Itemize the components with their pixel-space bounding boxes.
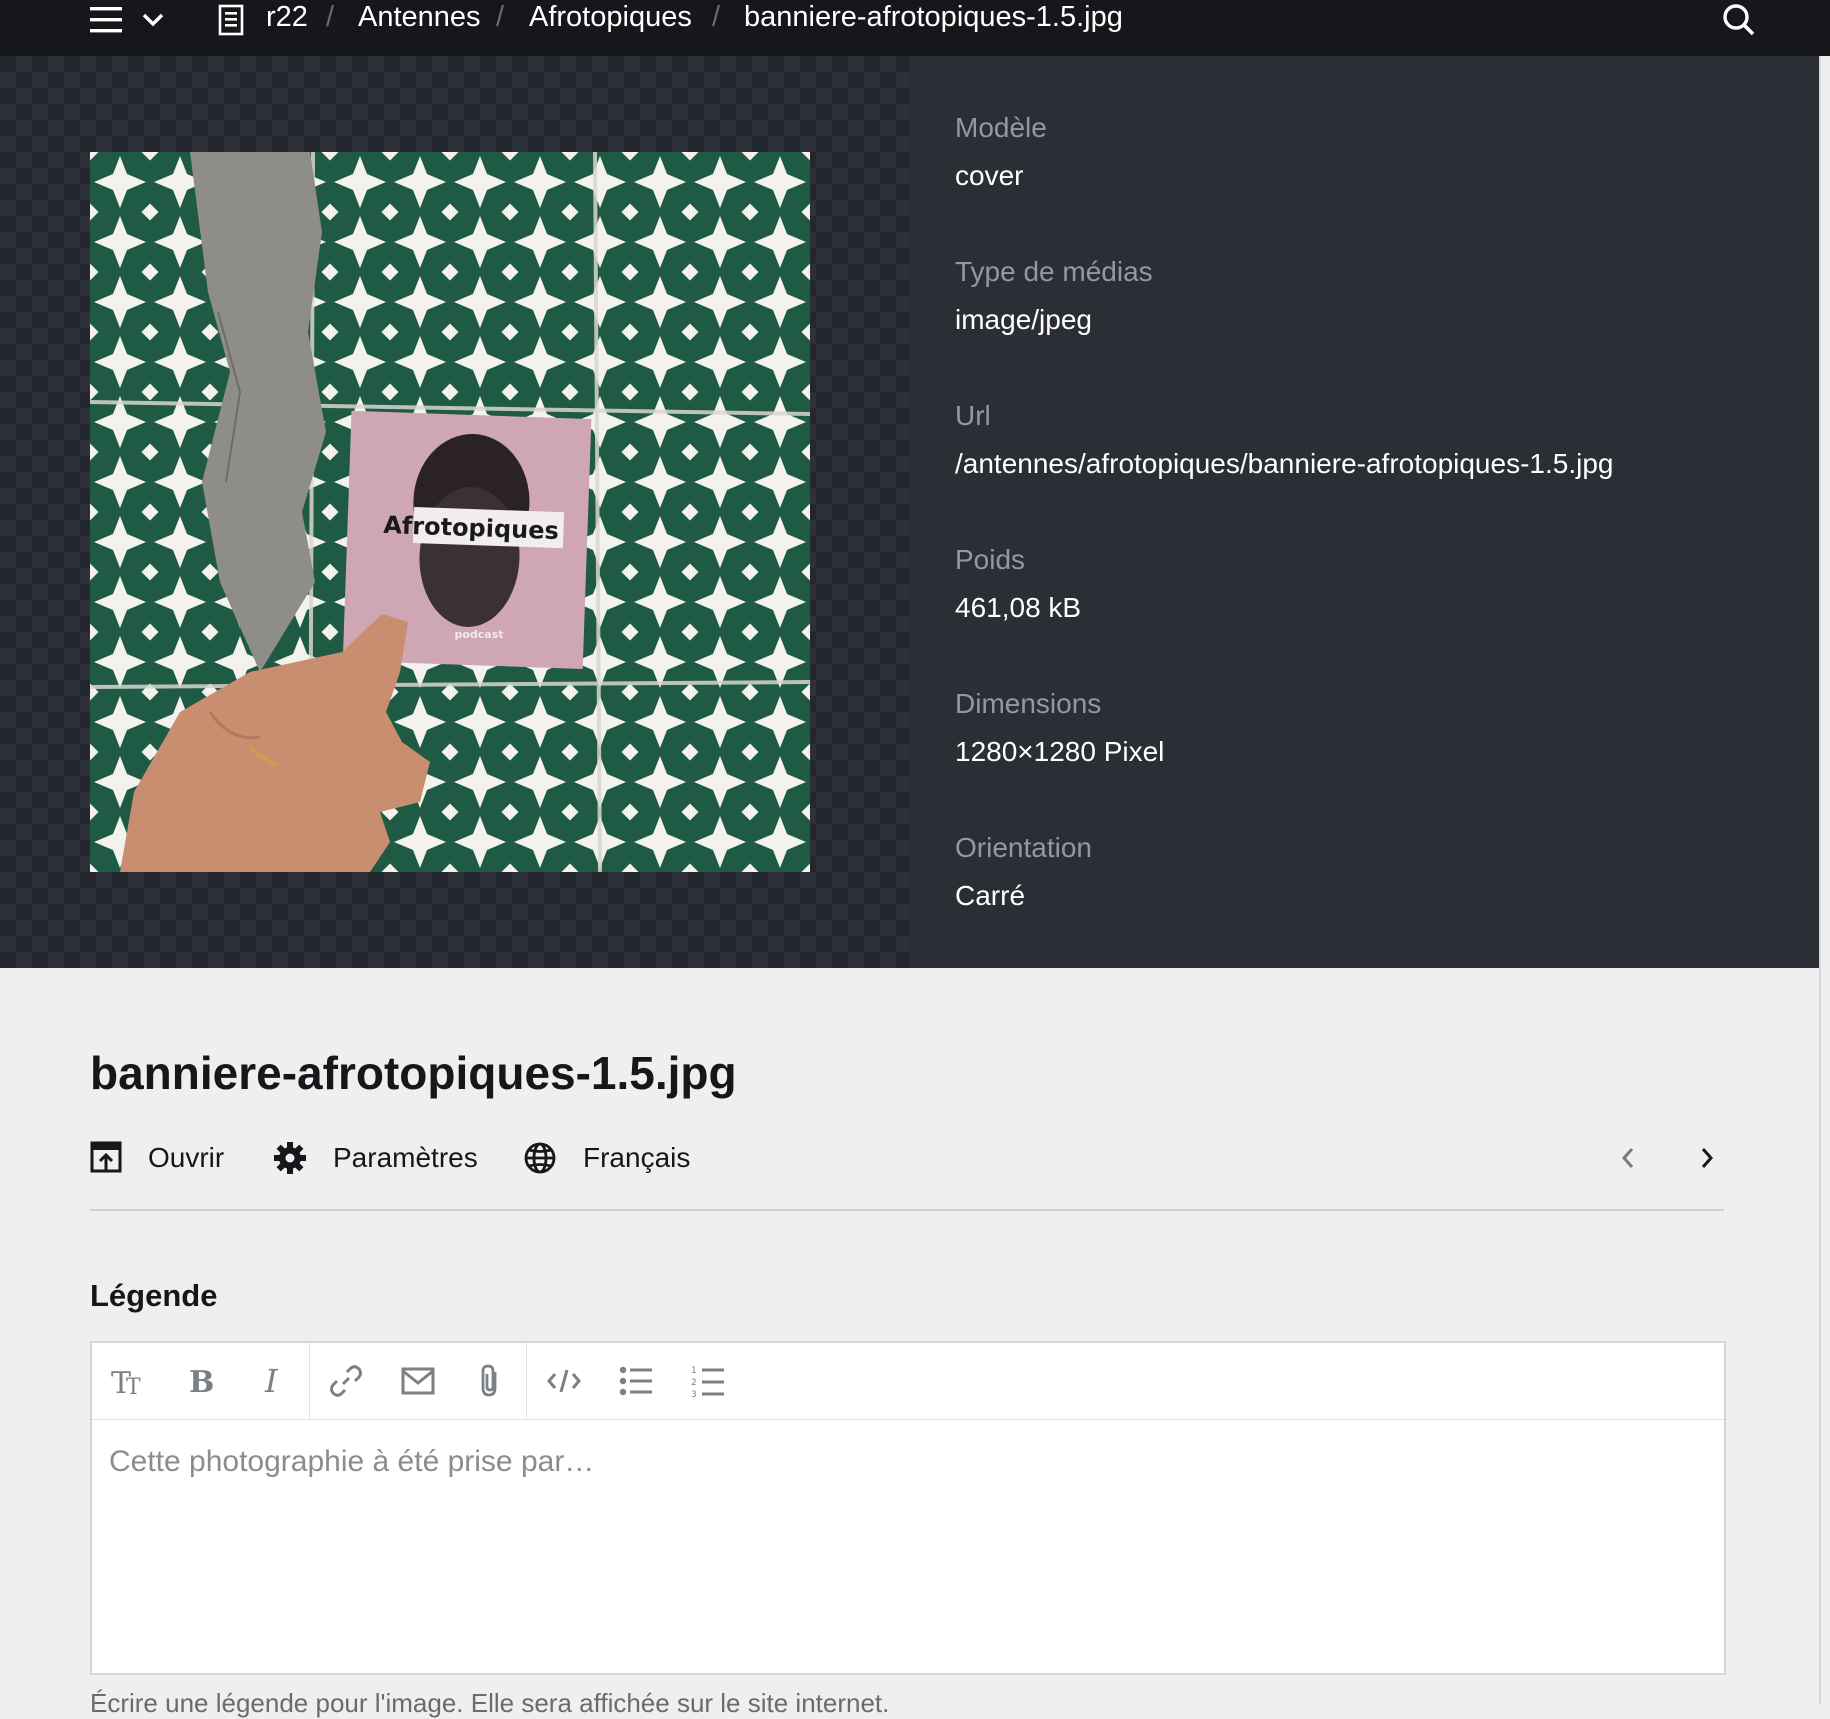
info-value-size: 461,08 kB [955, 592, 1082, 623]
info-value-url[interactable]: /antennes/afrotopiques/banniere-afrotopi… [955, 448, 1613, 480]
svg-text:B: B [189, 1365, 214, 1397]
link-icon[interactable] [327, 1362, 365, 1400]
open-button[interactable]: Ouvrir [90, 1138, 224, 1178]
email-icon[interactable] [399, 1362, 437, 1400]
info-value-media-type: image/jpeg [955, 304, 1092, 335]
bullet-list-icon[interactable] [617, 1362, 655, 1400]
chevron-down-icon[interactable] [142, 0, 166, 40]
info-label-template: Modèle [955, 112, 1047, 143]
info-value-template: cover [955, 160, 1024, 191]
breadcrumb-separator: / [712, 1, 721, 33]
chevron-left-icon [1621, 1148, 1634, 1168]
gear-icon [274, 1142, 306, 1174]
image-preview-panel: Afrotopiques podcast [0, 56, 909, 968]
info-label-media-type: Type de médias [955, 256, 1153, 287]
settings-button[interactable]: Paramètres [273, 1138, 478, 1178]
image-info-panel: Modèle cover Type de médias image/jpeg U… [909, 56, 1819, 968]
card-subtitle: podcast [454, 628, 503, 641]
breadcrumb-separator: / [496, 1, 505, 33]
svg-text:2: 2 [691, 1378, 697, 1388]
editor-toolbar: TT B I 1 2 3 [92, 1343, 1724, 1420]
settings-label: Paramètres [333, 1142, 478, 1173]
open-label: Ouvrir [148, 1142, 225, 1173]
page-title: banniere-afrotopiques-1.5.jpg [90, 1047, 737, 1099]
info-label-size: Poids [955, 544, 1026, 575]
numbered-list-icon[interactable]: 1 2 3 [689, 1362, 727, 1400]
caption-placeholder: Cette photographie à été prise par… [109, 1445, 595, 1478]
info-label-orientation: Orientation [955, 832, 1092, 863]
scrollbar-track[interactable] [1819, 56, 1821, 1704]
breadcrumb-item[interactable]: r22 [266, 0, 308, 34]
image-thumbnail[interactable]: Afrotopiques podcast [90, 152, 810, 872]
divider [90, 1209, 1724, 1211]
svg-text:I: I [264, 1365, 279, 1397]
heading-icon[interactable]: TT [110, 1362, 148, 1400]
toolbar-separator [526, 1343, 527, 1419]
toolbar-separator [309, 1343, 310, 1419]
chevron-right-icon [1701, 1148, 1714, 1168]
code-icon[interactable] [545, 1362, 583, 1400]
caption-editor[interactable]: TT B I 1 2 3 Cette photographie à été pris… [90, 1341, 1726, 1675]
breadcrumb-item[interactable]: Afrotopiques [529, 0, 692, 34]
top-bar: r22 / Antennes / Afrotopiques / banniere… [0, 0, 1830, 56]
caption-label: Légende [90, 1278, 218, 1313]
breadcrumb-item[interactable]: banniere-afrotopiques-1.5.jpg [744, 0, 1123, 34]
breadcrumb-separator: / [326, 1, 335, 33]
attachment-icon[interactable] [471, 1362, 509, 1400]
open-icon [90, 1141, 122, 1173]
svg-text:3: 3 [691, 1390, 697, 1398]
language-label: Français [583, 1142, 691, 1173]
info-value-orientation: Carré [955, 880, 1026, 911]
info-label-url: Url [955, 400, 991, 431]
svg-text:T: T [126, 1375, 141, 1397]
language-button[interactable]: Français [523, 1138, 690, 1178]
menu-icon[interactable] [90, 0, 122, 40]
next-button[interactable] [1697, 1138, 1743, 1178]
page-icon [218, 0, 246, 40]
globe-icon [524, 1142, 556, 1174]
breadcrumb-item[interactable]: Antennes [358, 0, 481, 34]
info-value-dimensions: 1280×1280 Pixel [955, 736, 1165, 767]
previous-button[interactable] [1618, 1138, 1664, 1178]
svg-text:1: 1 [691, 1366, 697, 1376]
search-icon[interactable] [1722, 0, 1758, 40]
italic-icon[interactable]: I [254, 1362, 292, 1400]
info-label-dimensions: Dimensions [955, 688, 1102, 719]
bold-icon[interactable]: B [182, 1362, 220, 1400]
